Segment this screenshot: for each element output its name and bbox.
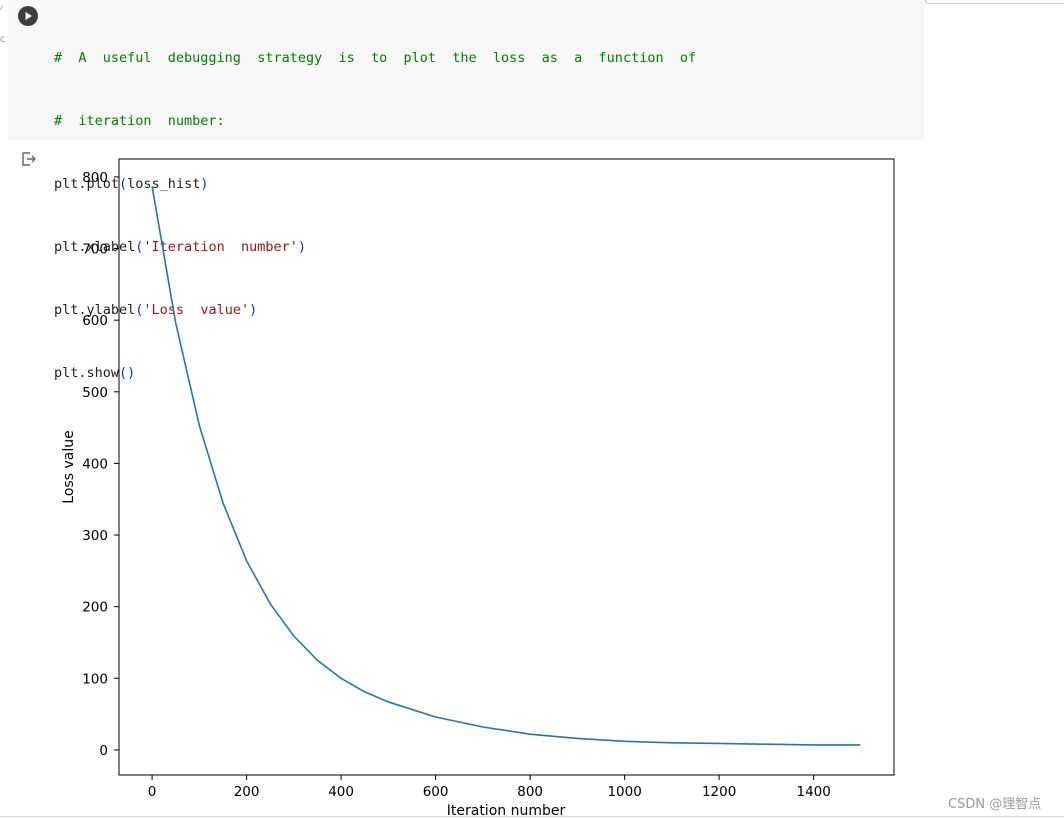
y-tick-label: 800 bbox=[82, 170, 108, 186]
x-tick-label: 0 bbox=[148, 784, 157, 800]
watermark: CSDN @理智点 bbox=[948, 797, 1042, 812]
x-tick-label: 200 bbox=[234, 784, 260, 800]
x-tick-label: 600 bbox=[423, 784, 449, 800]
plot-frame bbox=[118, 158, 895, 776]
x-tick-label: 400 bbox=[328, 784, 354, 800]
x-tick-label: 800 bbox=[517, 784, 543, 800]
loss-series-line bbox=[151, 186, 861, 746]
y-tick-label: 200 bbox=[82, 600, 108, 616]
y-tick-label: 400 bbox=[82, 456, 108, 472]
y-tick-label: 0 bbox=[99, 743, 108, 759]
x-tick-label: 1400 bbox=[796, 784, 830, 800]
bottom-divider bbox=[0, 816, 1064, 817]
y-tick-label: 700 bbox=[82, 242, 108, 258]
y-tick-label: 300 bbox=[82, 528, 108, 544]
y-axis-label: Loss value bbox=[61, 430, 77, 503]
y-tick-label: 600 bbox=[82, 313, 108, 329]
loss-chart: 0 200 400 600 800 1000 1200 1400 0 100 200 300 400 5… bbox=[61, 158, 895, 819]
x-tick-label: 1000 bbox=[607, 784, 641, 800]
x-tick-label: 1200 bbox=[702, 784, 736, 800]
y-tick-label: 500 bbox=[82, 385, 108, 401]
y-tick-label: 100 bbox=[82, 671, 108, 687]
